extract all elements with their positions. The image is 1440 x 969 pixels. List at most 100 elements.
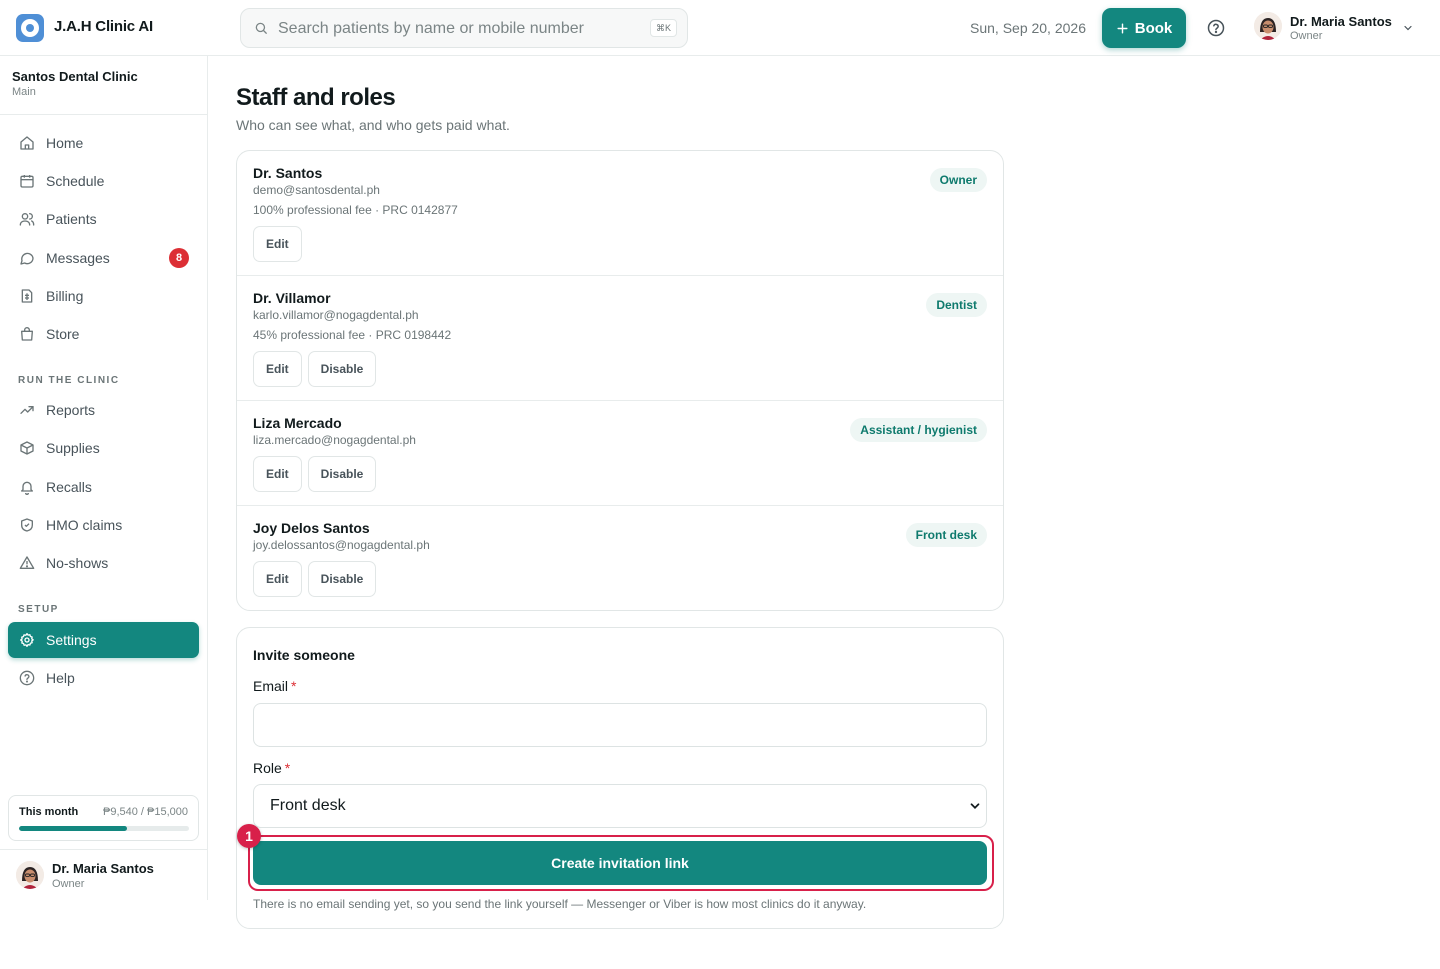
search-placeholder: Search patients by name or mobile number <box>278 20 584 37</box>
receipt-icon <box>19 288 35 304</box>
user-role: Owner <box>1290 30 1323 42</box>
staff-row: Dr. Santos demo@santosdental.ph 100% pro… <box>237 151 1003 276</box>
sidebar-item-label: Help <box>46 670 75 686</box>
book-button[interactable]: Book <box>1102 8 1186 48</box>
required-marker: * <box>284 760 291 776</box>
disable-button[interactable]: Disable <box>307 561 377 597</box>
role-badge: Front desk <box>905 523 987 547</box>
sidebar-item-label: Home <box>46 135 84 151</box>
required-marker: * <box>291 678 297 694</box>
role-select-value: Front desk <box>270 797 346 814</box>
sidebar-item-label: Settings <box>46 632 97 648</box>
sidebar-item-supplies[interactable]: Supplies <box>8 430 199 466</box>
users-icon <box>19 211 35 227</box>
sidebar-item-reports[interactable]: Reports <box>8 392 199 428</box>
sidebar-item-store[interactable]: Store <box>8 316 199 352</box>
sidebar-item-label: Schedule <box>46 173 105 189</box>
invite-title: Invite someone <box>253 647 355 663</box>
staff-row: Liza Mercado liza.mercado@nogagdental.ph… <box>237 401 1003 506</box>
monthly-usage-card: This month ₱9,540 / ₱15,000 <box>8 795 199 841</box>
current-date: Sun, Sep 20, 2026 <box>970 20 1086 36</box>
role-badge: Assistant / hygienist <box>850 418 987 442</box>
chevron-down-icon[interactable] <box>1402 22 1414 34</box>
staff-email: karlo.villamor@nogagdental.ph <box>253 308 419 322</box>
top-bar: J.A.H Clinic AI Search patients by name … <box>0 0 1440 56</box>
chat-icon <box>19 250 35 266</box>
brand-name: J.A.H Clinic AI <box>54 18 153 35</box>
warning-icon <box>19 555 35 571</box>
usage-progress-bar <box>19 826 189 831</box>
search-input[interactable]: Search patients by name or mobile number… <box>240 8 688 48</box>
email-label: Email * <box>253 678 297 694</box>
gear-icon <box>19 632 35 648</box>
disable-button[interactable]: Disable <box>307 351 377 387</box>
trending-up-icon <box>19 402 35 418</box>
edit-button[interactable]: Edit <box>253 561 302 597</box>
sidebar-item-settings[interactable]: Settings <box>8 622 199 658</box>
role-badge: Owner <box>929 168 987 192</box>
role-select[interactable]: Front desk <box>253 784 987 828</box>
search-icon <box>255 22 267 34</box>
bell-icon <box>19 479 35 495</box>
box-icon <box>19 440 35 456</box>
disable-button[interactable]: Disable <box>307 456 377 492</box>
month-value: ₱9,540 / ₱15,000 <box>102 806 188 818</box>
book-label: Book <box>1134 19 1173 37</box>
sidebar-item-messages[interactable]: Messages 8 <box>8 240 199 276</box>
sidebar-item-recalls[interactable]: Recalls <box>8 469 199 505</box>
sidebar-item-home[interactable]: Home <box>8 125 199 161</box>
edit-button[interactable]: Edit <box>253 226 302 262</box>
calendar-icon <box>19 173 35 189</box>
staff-row: Joy Delos Santos joy.delossantos@nogagde… <box>237 506 1003 610</box>
sidebar: Santos Dental Clinic Main Home Schedule … <box>0 56 208 900</box>
step-marker: 1 <box>237 824 261 848</box>
section-heading-setup: SETUP <box>18 604 59 615</box>
edit-button[interactable]: Edit <box>253 456 302 492</box>
help-circle-icon <box>19 670 35 686</box>
sidebar-item-label: Recalls <box>46 479 92 495</box>
month-label: This month <box>19 806 79 818</box>
staff-name: Dr. Santos <box>253 165 323 181</box>
staff-name: Joy Delos Santos <box>253 520 370 536</box>
app-logo[interactable] <box>16 14 44 42</box>
shopping-bag-icon <box>19 326 35 342</box>
sidebar-user-name: Dr. Maria Santos <box>52 861 154 876</box>
sidebar-item-no-shows[interactable]: No-shows <box>8 545 199 581</box>
staff-email: joy.delossantos@nogagdental.ph <box>253 538 430 552</box>
clinic-branch: Main <box>12 86 36 98</box>
sidebar-item-billing[interactable]: Billing <box>8 278 199 314</box>
sidebar-item-patients[interactable]: Patients <box>8 201 199 237</box>
role-badge: Dentist <box>926 293 987 317</box>
divider <box>0 114 207 115</box>
staff-email: demo@santosdental.ph <box>253 183 380 197</box>
usage-progress-fill <box>19 826 128 831</box>
sidebar-user-role: Owner <box>52 878 85 890</box>
invite-hint: There is no email sending yet, so you se… <box>253 897 867 911</box>
plus-icon <box>1117 22 1128 34</box>
divider <box>0 849 207 850</box>
page-title: Staff and roles <box>236 84 396 111</box>
sidebar-item-hmo-claims[interactable]: HMO claims <box>8 507 199 543</box>
staff-name: Liza Mercado <box>253 415 342 431</box>
sidebar-item-label: No-shows <box>46 555 109 571</box>
sidebar-item-label: Patients <box>46 211 97 227</box>
edit-button[interactable]: Edit <box>253 351 302 387</box>
email-field[interactable] <box>253 703 987 747</box>
search-shortcut: ⌘K <box>649 19 677 37</box>
sidebar-item-label: Messages <box>46 250 110 266</box>
avatar <box>1254 12 1282 40</box>
staff-row: Dr. Villamor karlo.villamor@nogagdental.… <box>237 276 1003 401</box>
shield-icon <box>19 517 35 533</box>
invite-form: Invite someone Email * Role * Front desk C… <box>236 627 1004 929</box>
staff-name: Dr. Villamor <box>253 290 331 306</box>
user-name: Dr. Maria Santos <box>1290 14 1392 29</box>
create-invitation-link-button[interactable]: Create invitation link <box>253 841 987 885</box>
sidebar-item-label: Store <box>46 326 80 342</box>
sidebar-item-schedule[interactable]: Schedule <box>8 163 199 199</box>
help-icon[interactable] <box>1207 19 1225 37</box>
clinic-name[interactable]: Santos Dental Clinic <box>12 69 138 84</box>
sidebar-user[interactable] <box>16 861 44 889</box>
sidebar-item-help[interactable]: Help <box>8 660 199 696</box>
unread-badge: 8 <box>169 248 189 268</box>
user-menu[interactable] <box>1254 12 1282 40</box>
